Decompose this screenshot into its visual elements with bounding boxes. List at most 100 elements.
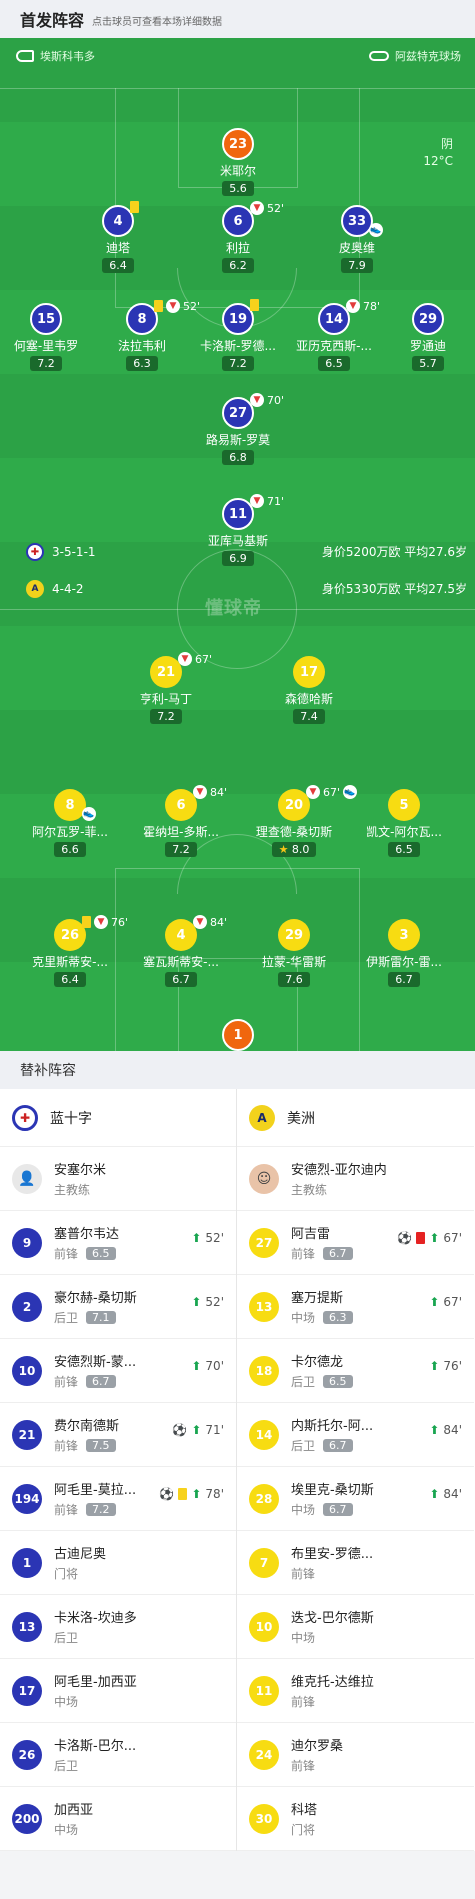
sub-position: 中场 (291, 1311, 316, 1325)
sub-number-badge: 13 (249, 1291, 279, 1322)
sub-name: 科塔 (291, 1803, 318, 1818)
away-coach-role: 主教练 (291, 1183, 328, 1197)
away-sub-row[interactable]: 7 布里安-罗德... 前锋 (237, 1531, 474, 1595)
home-player[interactable]: 11 亚库马基斯 6.9 (190, 498, 286, 566)
sub-number-badge: 10 (249, 1611, 279, 1642)
sub-in-time: 84' (443, 1423, 462, 1437)
player-rating-value: 7.6 (285, 973, 303, 986)
sub-info: 古迪尼奥 门将 (54, 1543, 106, 1582)
sub-name: 加西亚 (54, 1803, 94, 1818)
home-player[interactable]: 33 皮奥维 7.9 (309, 205, 405, 273)
sub-info: 迪尔罗桑 前锋 (291, 1735, 343, 1774)
sub-position-line: 后卫 (54, 1629, 137, 1646)
sub-name: 布里安-罗德... (291, 1547, 374, 1562)
sub-position-line: 前锋 (291, 1757, 343, 1774)
sub-rating: 6.5 (323, 1375, 353, 1388)
player-rating: 7.6 (278, 972, 310, 987)
home-player[interactable]: 14 亚历克西斯-... 6.5 (286, 303, 382, 371)
away-player[interactable]: 3 伊斯雷尔-雷... 6.7 (356, 919, 452, 987)
home-player[interactable]: 23 米耶尔 5.6 (190, 128, 286, 196)
player-rating-value: 7.2 (172, 843, 190, 856)
away-formation: A 4-4-2 (26, 580, 84, 598)
sub-rating: 6.7 (323, 1247, 353, 1260)
sub-out-time: 78' (363, 299, 381, 313)
sub-position-line: 后卫 (54, 1757, 136, 1774)
home-sub-row[interactable]: 194 阿毛里-莫拉... 前锋 7.2 ⚽ ⬆ 78' (0, 1467, 236, 1531)
sub-out-icon: ▼ (250, 393, 264, 407)
home-team-row[interactable]: ✚ 蓝十字 (0, 1089, 236, 1147)
away-sub-row[interactable]: 30 科塔 门将 (237, 1787, 474, 1851)
home-sub-row[interactable]: 21 费尔南德斯 前锋 7.5 ⚽ ⬆ 71' (0, 1403, 236, 1467)
sub-position: 前锋 (291, 1759, 316, 1773)
away-player[interactable]: 21 亨利-马丁 7.2 (118, 656, 214, 724)
home-player[interactable]: 29 罗通迪 5.7 (380, 303, 475, 371)
sub-in-icon: ⬆ (191, 1487, 202, 1501)
player-rating-value: 6.4 (109, 259, 127, 272)
sub-number-badge: 2 (12, 1291, 42, 1322)
player-rating: 6.8 (222, 450, 254, 465)
home-sub-row[interactable]: 9 塞普尔韦达 前锋 6.5 ⬆ 52' (0, 1211, 236, 1275)
sub-out-time: 70' (267, 393, 285, 407)
away-team-row[interactable]: A 美洲 (237, 1089, 474, 1147)
home-sub-row[interactable]: 13 卡米洛-坎迪多 后卫 (0, 1595, 236, 1659)
subs-panel: ✚ 蓝十字 👤 安塞尔米 主教练 9 塞普尔韦达 前锋 6.5 ⬆ 52' 2 豪尔赫-桑切斯… (0, 1089, 475, 1851)
sub-in-icon: ⬆ (429, 1295, 440, 1309)
away-sub-row[interactable]: 28 埃里克-桑切斯 中场 6.7 ⬆ 84' (237, 1467, 474, 1531)
player-name: 卡洛斯-罗德... (200, 339, 276, 353)
sub-rating: 6.3 (323, 1311, 353, 1324)
home-sub-row[interactable]: 26 卡洛斯-巴尔... 后卫 (0, 1723, 236, 1787)
home-player[interactable]: 8 法拉韦利 6.3 (94, 303, 190, 371)
away-sub-row[interactable]: 13 塞万提斯 中场 6.3 ⬆ 67' (237, 1275, 474, 1339)
yellow-card-icon (82, 916, 91, 928)
home-sub-row[interactable]: 2 豪尔赫-桑切斯 后卫 7.1 ⬆ 52' (0, 1275, 236, 1339)
away-player[interactable]: 20 理查德-桑切斯 ★ 8.0 (246, 789, 342, 857)
home-formation-text: 3-5-1-1 (52, 545, 96, 559)
away-player[interactable]: 5 凯文-阿尔瓦... 6.5 (356, 789, 452, 857)
player-events (250, 299, 262, 311)
sub-number-badge: 194 (12, 1483, 42, 1514)
away-player[interactable]: 29 拉蒙-华雷斯 7.6 (246, 919, 342, 987)
away-sub-row[interactable]: 11 维克托-达维拉 前锋 (237, 1659, 474, 1723)
sub-info: 内斯托尔-阿... 后卫 6.7 (291, 1415, 373, 1454)
away-player[interactable]: 4 塞瓦斯蒂安-... 6.7 (133, 919, 229, 987)
sub-number-badge: 1 (12, 1547, 42, 1578)
home-coach-row[interactable]: 👤 安塞尔米 主教练 (0, 1147, 236, 1211)
away-sub-row[interactable]: 10 迭戈-巴尔德斯 中场 (237, 1595, 474, 1659)
home-player[interactable]: 6 利拉 6.2 (190, 205, 286, 273)
away-player[interactable]: 26 克里斯蒂安-... 6.4 (22, 919, 118, 987)
sub-position-line: 前锋 7.2 (54, 1501, 136, 1518)
home-coach-role: 主教练 (54, 1183, 91, 1197)
sub-name: 阿毛里-加西亚 (54, 1675, 137, 1690)
home-player[interactable]: 27 路易斯-罗莫 6.8 (190, 397, 286, 465)
away-sub-row[interactable]: 27 阿吉雷 前锋 6.7 ⚽ ⬆ 67' (237, 1211, 474, 1275)
away-sub-row[interactable]: 14 内斯托尔-阿... 后卫 6.7 ⬆ 84' (237, 1403, 474, 1467)
player-events: ▼ 70' (250, 393, 284, 407)
home-player[interactable]: 15 何塞-里韦罗 7.2 (0, 303, 94, 371)
player-events (130, 201, 142, 213)
home-player[interactable]: 4 迪塔 6.4 (70, 205, 166, 273)
away-player[interactable]: 1马拉贡6.7 (190, 1019, 286, 1051)
away-value: 身价5330万欧 平均27.5岁 (321, 582, 467, 596)
home-sub-row[interactable]: 200 加西亚 中场 (0, 1787, 236, 1851)
home-sub-row[interactable]: 10 安德烈斯-蒙... 前锋 6.7 ⬆ 70' (0, 1339, 236, 1403)
home-player[interactable]: 19 卡洛斯-罗德... 7.2 (190, 303, 286, 371)
sub-number-badge: 28 (249, 1483, 279, 1514)
sub-events: ⬆ 84' (429, 1423, 462, 1437)
player-rating-value: 6.9 (229, 552, 247, 565)
away-sub-row[interactable]: 24 迪尔罗桑 前锋 (237, 1723, 474, 1787)
coach-avatar-icon: 👤 (12, 1163, 42, 1194)
sub-position-line: 后卫 7.1 (54, 1309, 137, 1326)
home-sub-row[interactable]: 17 阿毛里-加西亚 中场 (0, 1659, 236, 1723)
sub-position: 前锋 (291, 1247, 316, 1261)
away-player[interactable]: 17 森德哈斯 7.4 (261, 656, 357, 724)
player-events: ▼ 78' (346, 299, 380, 313)
player-events: ▼ 76' (82, 915, 128, 929)
away-sub-row[interactable]: 18 卡尔德龙 后卫 6.5 ⬆ 76' (237, 1339, 474, 1403)
sub-info: 维克托-达维拉 前锋 (291, 1671, 374, 1710)
away-player[interactable]: 8 阿尔瓦罗-菲... 6.6 (22, 789, 118, 857)
away-player[interactable]: 6 霍纳坦-多斯... 7.2 (133, 789, 229, 857)
weather-temperature: 12°C (423, 154, 453, 168)
away-coach-row[interactable]: ☺ 安德烈-亚尔迪内 主教练 (237, 1147, 474, 1211)
sub-events: ⚽ ⬆ 78' (159, 1487, 224, 1501)
home-sub-row[interactable]: 1 古迪尼奥 门将 (0, 1531, 236, 1595)
